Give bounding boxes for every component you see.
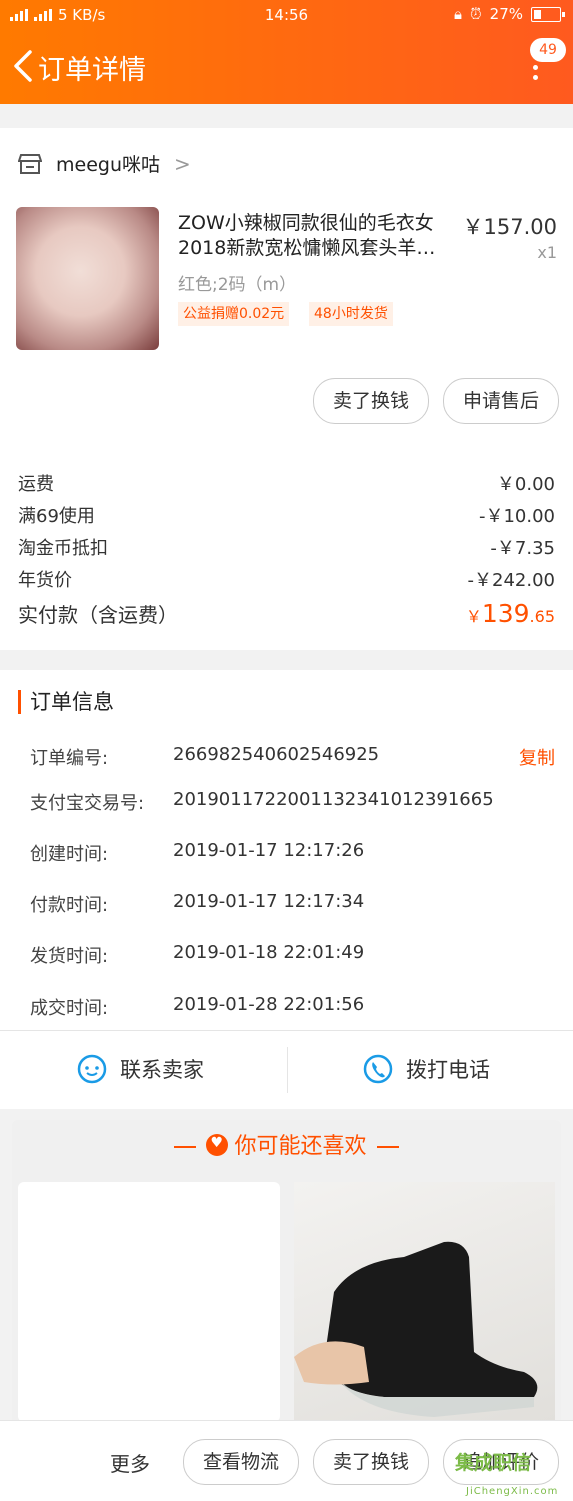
message-badge[interactable]: 49: [530, 38, 566, 62]
chat-icon: [77, 1054, 107, 1084]
contact-seller-button[interactable]: 联系卖家: [76, 1053, 204, 1085]
contact-bar: 联系卖家 拨打电话: [0, 1030, 573, 1109]
fee-row: 运费 ￥0.00: [18, 474, 555, 495]
alarm-icon: ⏰︎: [469, 5, 482, 23]
lock-icon: 🔒︎: [453, 5, 462, 23]
watermark-logo: 集成职信: [455, 1452, 532, 1474]
chevron-right-icon: >: [174, 151, 191, 176]
page-title: 订单详情: [38, 55, 146, 86]
product-thumbnail[interactable]: [16, 207, 159, 350]
fee-row: 淘金币抵扣 -￥7.35: [18, 538, 555, 559]
nav-bar: 订单详情 49: [0, 30, 573, 104]
product-title[interactable]: ZOW小辣椒同款很仙的毛衣女2018新款宽松慵懒风套头羊…: [178, 211, 463, 263]
product-qty: x1: [537, 243, 557, 262]
paid-label: 实付款（含运费）: [18, 603, 178, 627]
product-sku: 红色;2码（m）: [178, 275, 297, 295]
heart-icon: [206, 1134, 229, 1156]
recommend-title: 你可能还喜欢: [0, 1128, 573, 1160]
fee-row: 满69使用 -￥10.00: [18, 506, 555, 527]
back-arrow-icon[interactable]: [10, 48, 40, 84]
call-phone-button[interactable]: 拨打电话: [362, 1053, 490, 1085]
more-button[interactable]: 更多: [110, 1448, 150, 1477]
fee-row: 年货价 -￥242.00: [18, 570, 555, 591]
sell-item-button-bottom[interactable]: 卖了换钱: [313, 1439, 429, 1485]
shipping-tag: 48小时发货: [309, 302, 393, 326]
product-price: ￥157.00: [462, 215, 557, 239]
view-logistics-button[interactable]: 查看物流: [183, 1439, 299, 1485]
charity-tag: 公益捐赠0.02元: [178, 302, 290, 326]
copy-button[interactable]: 复制: [519, 744, 555, 770]
more-menu-icon[interactable]: [533, 65, 539, 85]
battery-percent: 27%: [489, 5, 523, 23]
shop-link[interactable]: meegu咪咕 >: [18, 150, 191, 177]
status-bar: 5 KB/s 14:56 🔒︎ ⏰︎ 27%: [0, 0, 573, 30]
shoe-image: [294, 1241, 538, 1417]
recommend-item[interactable]: [18, 1182, 280, 1422]
shop-name: meegu咪咕: [56, 154, 160, 176]
order-info-title: 订单信息: [18, 690, 114, 714]
phone-icon: [363, 1054, 393, 1084]
recommend-item-shoe[interactable]: [294, 1182, 555, 1422]
shop-icon: [18, 153, 42, 174]
paid-amount: ￥139.65: [465, 599, 555, 628]
battery-icon: [531, 6, 565, 22]
watermark-url: JiChengXin.com: [466, 1486, 559, 1497]
after-sales-button[interactable]: 申请售后: [443, 378, 559, 424]
paid-total: 实付款（含运费） ￥139.65: [18, 599, 555, 628]
divider: [287, 1047, 288, 1093]
sell-item-button[interactable]: 卖了换钱: [313, 378, 429, 424]
